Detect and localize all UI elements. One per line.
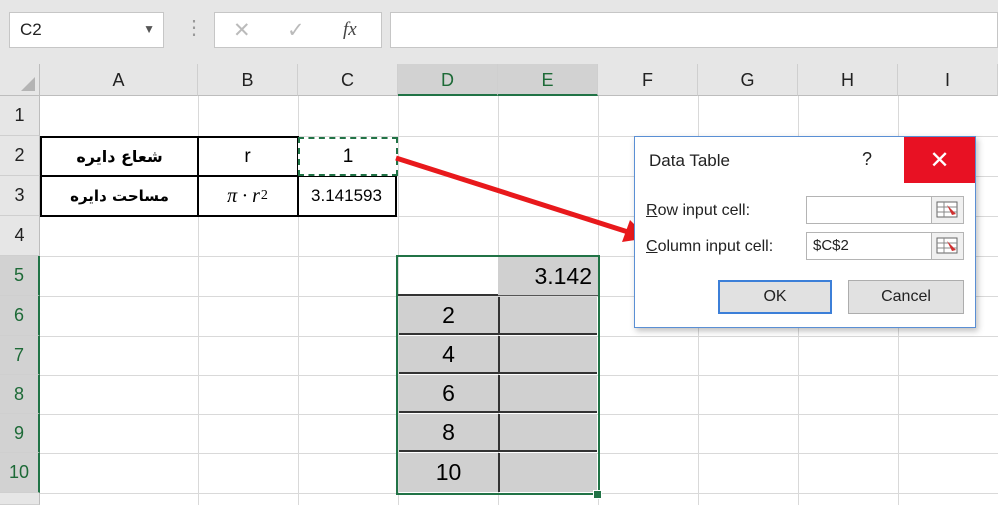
ok-button[interactable]: OK [718,280,832,314]
help-icon[interactable]: ? [862,149,872,170]
cancel-button[interactable]: Cancel [848,280,964,314]
data-table-dialog: Data Table ? ✕ Row input cell: Column in… [634,136,976,328]
column-input-label-text: olumn input cell: [657,238,774,255]
column-range-picker-button[interactable] [931,232,964,260]
column-input-label-accesskey: C [646,238,658,255]
row-range-picker-button[interactable] [931,196,964,224]
column-input-label: Column input cell: [646,238,773,256]
range-select-icon [936,237,958,254]
row-input-label: Row input cell: [646,202,750,220]
row-input-label-accesskey: R [646,202,658,219]
close-button[interactable]: ✕ [904,137,975,183]
column-input-field[interactable]: $C$2 [806,232,932,260]
row-input-field[interactable] [806,196,932,224]
arrow-line [395,155,629,235]
range-select-icon [936,201,958,218]
row-input-label-text: ow input cell: [657,202,751,219]
dialog-title: Data Table [649,151,730,170]
